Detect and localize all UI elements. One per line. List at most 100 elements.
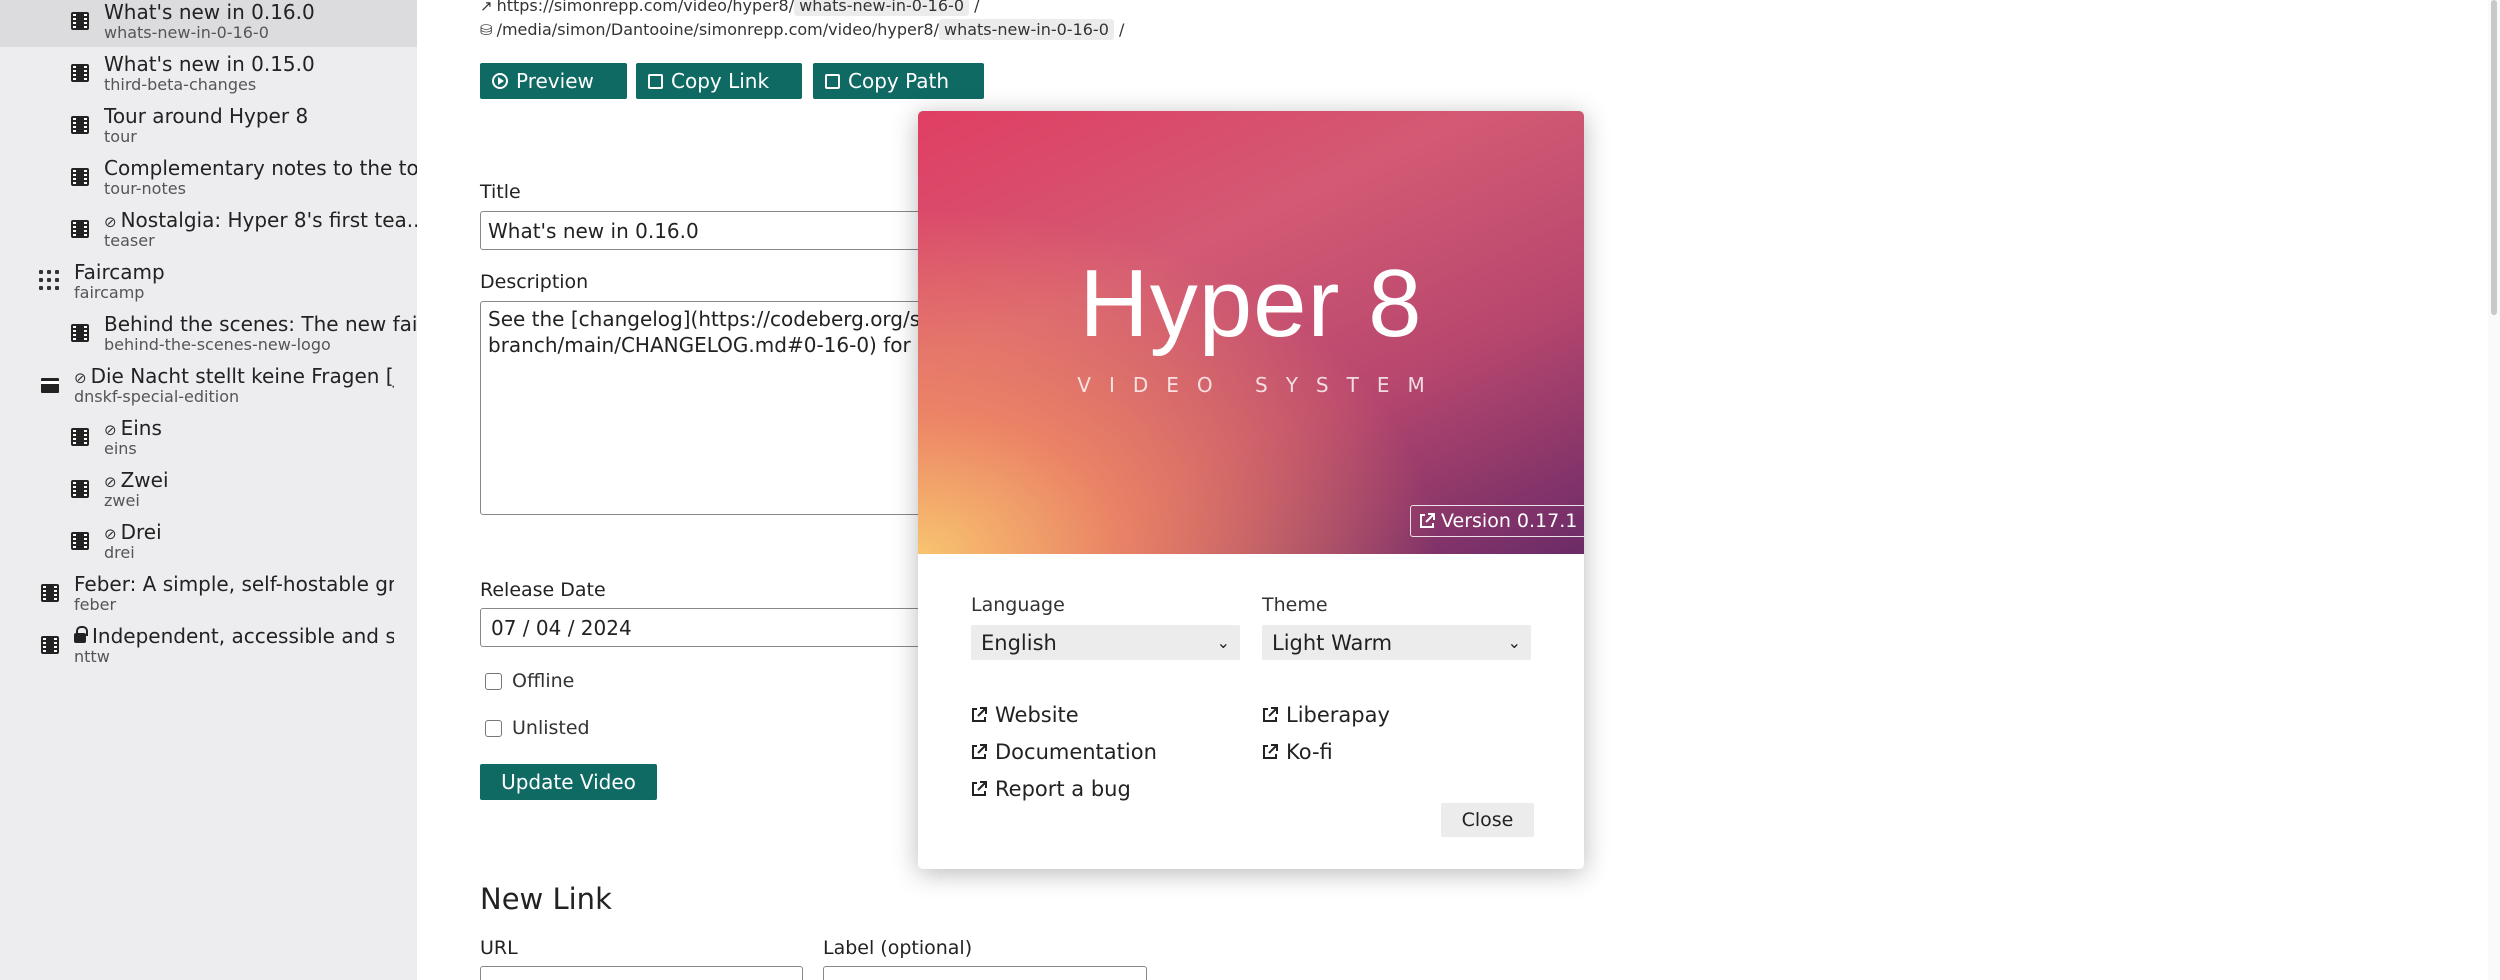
sidebar-item-label: Complementary notes to the to... <box>104 156 424 180</box>
copy-link-label: Copy Link <box>671 69 770 93</box>
path-suffix: / <box>1113 20 1125 39</box>
external-link-label: Website <box>995 703 1079 727</box>
copy-path-button[interactable]: Copy Path <box>813 63 984 99</box>
url-input[interactable] <box>480 966 803 980</box>
external-link-label: Report a bug <box>995 777 1131 801</box>
sidebar-item[interactable]: Independent, accessible and su... nttw <box>0 619 417 671</box>
sidebar-item-label: Behind the scenes: The new fai... <box>104 312 424 336</box>
sidebar-item-slug: behind-the-scenes-new-logo <box>104 335 331 354</box>
theme-label: Theme <box>1262 594 1328 616</box>
language-label: Language <box>971 594 1065 616</box>
film-icon <box>71 324 89 342</box>
sidebar-item-title: Behind the scenes: The new fai... <box>104 312 424 336</box>
chevron-down-icon: ⌄ <box>1216 633 1230 652</box>
local-path[interactable]: ⛁/media/simon/Dantooine/simonrepp.com/vi… <box>480 19 1125 40</box>
external-link-label: Documentation <box>995 740 1157 764</box>
path-prefix: /media/simon/Dantooine/simonrepp.com/vid… <box>496 20 939 39</box>
grid-icon <box>37 268 63 294</box>
film-icon <box>71 12 89 30</box>
sidebar-item[interactable]: Faircamp faircamp <box>0 255 417 307</box>
sidebar-item-slug: nttw <box>74 647 110 666</box>
link-label-label: Label (optional) <box>823 937 973 959</box>
sidebar-item[interactable]: Tour around Hyper 8 tour <box>0 99 417 151</box>
sidebar-item-label: What's new in 0.15.0 <box>104 52 315 76</box>
path-slug: whats-new-in-0-16-0 <box>939 19 1114 40</box>
url-label: URL <box>480 937 518 959</box>
scrollbar-thumb[interactable] <box>2491 0 2497 315</box>
url-suffix: / <box>969 0 980 15</box>
close-button[interactable]: Close <box>1441 803 1534 837</box>
sidebar-item-label: Zwei <box>120 468 169 492</box>
sidebar-item-title: ⊘ Zwei <box>104 468 424 494</box>
sidebar-item-slug: tour-notes <box>104 179 186 198</box>
language-select[interactable]: English ⌄ <box>971 625 1240 660</box>
external-link[interactable]: Ko-fi <box>1262 740 1333 764</box>
external-link-icon <box>972 744 987 759</box>
update-video-button[interactable]: Update Video <box>480 764 657 800</box>
external-link-icon: ↗ <box>480 0 493 15</box>
preview-button[interactable]: Preview <box>480 63 627 99</box>
external-link[interactable]: Website <box>971 703 1079 727</box>
sidebar-item-slug: faircamp <box>74 283 145 302</box>
sidebar-item[interactable]: What's new in 0.15.0 third-beta-changes <box>0 47 417 99</box>
sidebar-item[interactable]: Complementary notes to the to... tour-not… <box>0 151 424 203</box>
external-link-label: Liberapay <box>1286 703 1390 727</box>
copy-icon <box>825 73 840 89</box>
film-icon <box>71 64 89 82</box>
sidebar-item-title: Faircamp <box>74 260 394 284</box>
hero-banner: Hyper 8 VIDEO SYSTEM Version 0.17.1 <box>918 111 1584 554</box>
theme-select[interactable]: Light Warm ⌄ <box>1262 625 1531 660</box>
app-logo-subtitle: VIDEO SYSTEM <box>1077 373 1443 397</box>
link-label-input[interactable] <box>823 966 1147 980</box>
sidebar-item[interactable]: What's new in 0.16.0 whats-new-in-0-16-0 <box>0 0 417 47</box>
sidebar-item-slug: zwei <box>104 491 140 510</box>
external-link-icon <box>972 781 987 796</box>
sidebar-item[interactable]: Behind the scenes: The new fai... behind-… <box>0 307 424 359</box>
external-link[interactable]: Documentation <box>971 740 1157 764</box>
lock-icon <box>74 626 88 643</box>
sidebar-item-title: Tour around Hyper 8 <box>104 104 424 128</box>
external-link-icon <box>1263 744 1278 759</box>
film-icon <box>71 116 89 134</box>
copy-icon <box>648 73 663 89</box>
theme-value: Light Warm <box>1272 630 1393 655</box>
sidebar-item-slug: feber <box>74 595 117 614</box>
chevron-down-icon: ⌄ <box>1507 633 1521 652</box>
sidebar-item-title: ⊘ Eins <box>104 416 424 442</box>
sidebar-item[interactable]: ⊘ Eins eins <box>0 411 417 463</box>
external-link[interactable]: Report a bug <box>971 777 1131 801</box>
url-prefix: https://simonrepp.com/video/hyper8/ <box>496 0 795 15</box>
title-label: Title <box>480 181 521 203</box>
sidebar-item[interactable]: ⊘ Nostalgia: Hyper 8's first tea... teaser <box>0 203 424 255</box>
film-icon <box>41 584 59 602</box>
sidebar-item-slug: eins <box>104 439 137 458</box>
sidebar-item[interactable]: ⊘ Drei drei <box>0 515 417 567</box>
sidebar-item-label: Tour around Hyper 8 <box>104 104 309 128</box>
sidebar-item-label: Independent, accessible and su... <box>92 624 394 648</box>
unlisted-label: Unlisted <box>512 717 590 739</box>
offline-checkbox[interactable] <box>485 673 502 690</box>
version-link[interactable]: Version 0.17.1 <box>1410 505 1584 537</box>
about-dialog: Hyper 8 VIDEO SYSTEM Version 0.17.1 Lang… <box>918 111 1584 869</box>
unlisted-checkbox[interactable] <box>485 720 502 737</box>
sidebar-item-title: ⊘ Drei <box>104 520 424 546</box>
sidebar-item[interactable]: ⊘ Zwei zwei <box>0 463 417 515</box>
new-link-heading: New Link <box>480 882 612 916</box>
sidebar-item-label: What's new in 0.16.0 <box>104 0 315 24</box>
sidebar-item[interactable]: ⊘ Die Nacht stellt keine Fragen [J... dnsk… <box>0 359 417 411</box>
film-icon <box>71 168 89 186</box>
sidebar-item[interactable]: Feber: A simple, self-hostable gro... feb… <box>0 567 417 619</box>
sidebar-item-slug: whats-new-in-0-16-0 <box>104 23 269 42</box>
sidebar-item-slug: tour <box>104 127 137 146</box>
sidebar-item-title: Independent, accessible and su... <box>74 624 394 648</box>
offline-label: Offline <box>512 670 575 692</box>
sidebar-item-slug: dnskf-special-edition <box>74 387 240 406</box>
external-link-icon <box>1420 513 1435 528</box>
public-url[interactable]: ↗ https://simonrepp.com/video/hyper8/what… <box>480 0 980 16</box>
sidebar-item-title: What's new in 0.16.0 <box>104 0 424 24</box>
page-scrollbar[interactable] <box>2488 0 2500 980</box>
sidebar-item-title: What's new in 0.15.0 <box>104 52 424 76</box>
film-icon <box>71 480 89 498</box>
copy-link-button[interactable]: Copy Link <box>636 63 802 99</box>
external-link[interactable]: Liberapay <box>1262 703 1390 727</box>
